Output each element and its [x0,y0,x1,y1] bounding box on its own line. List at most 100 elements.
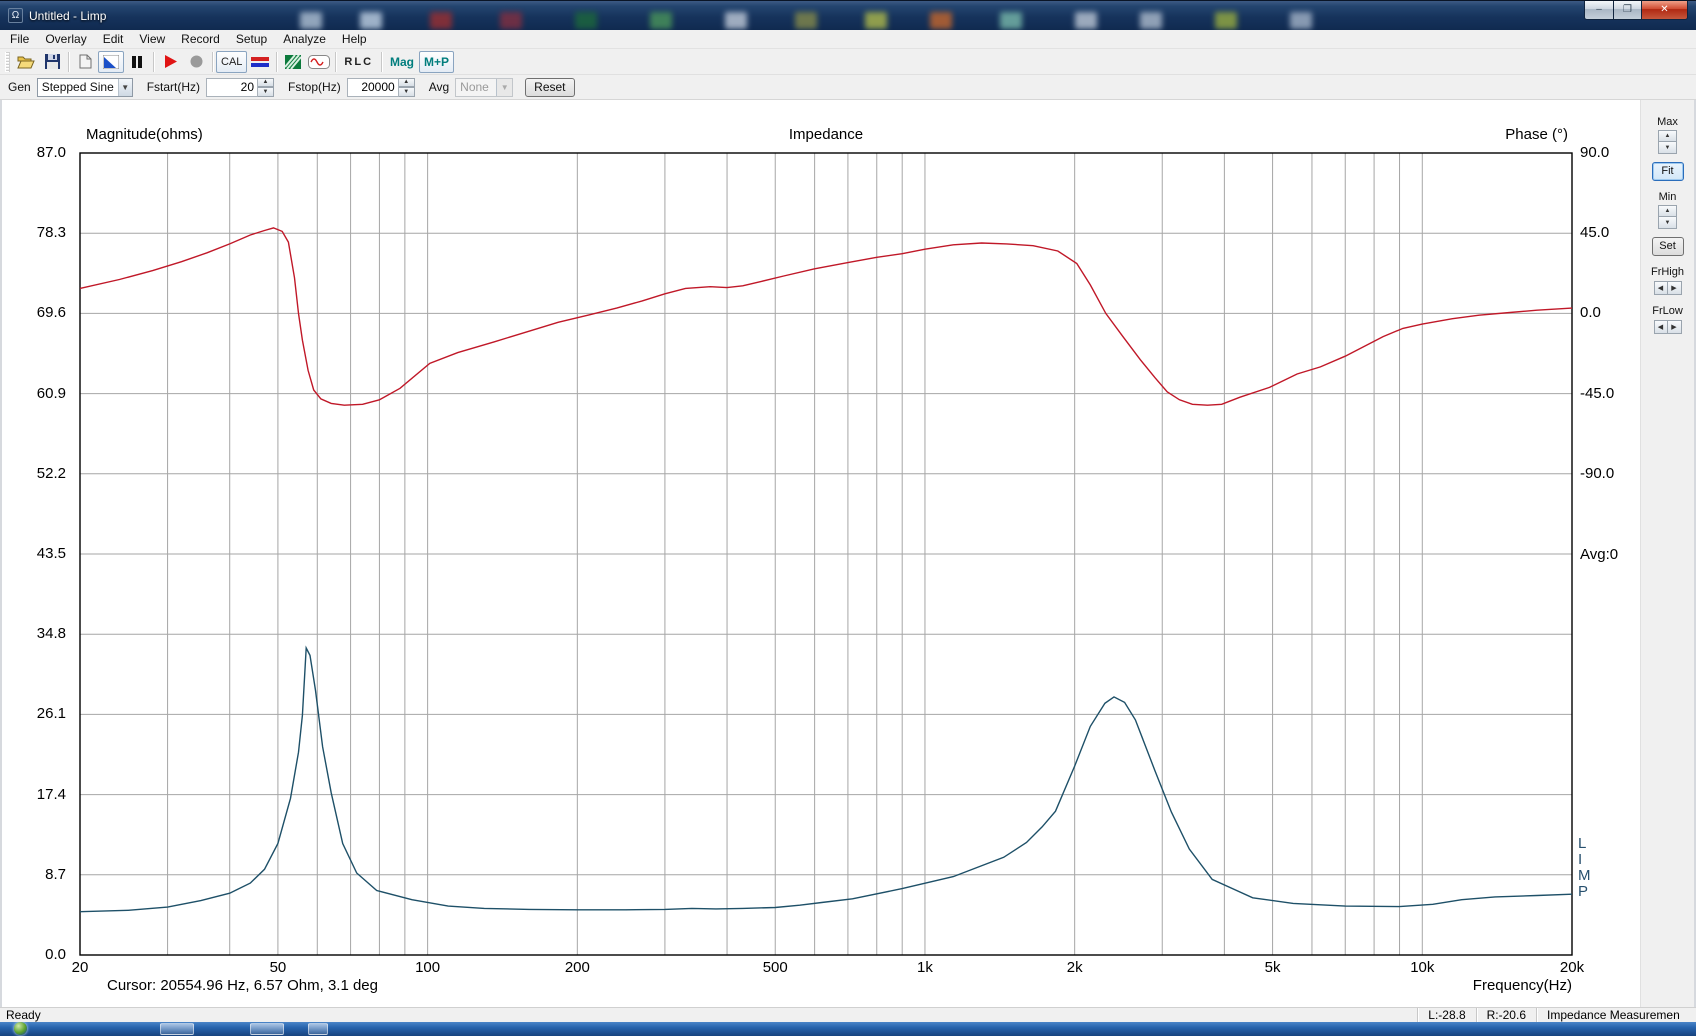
start-measurement-button[interactable] [157,51,183,73]
close-button[interactable]: ✕ [1642,1,1688,20]
windows-taskbar[interactable] [0,1022,1696,1036]
chart-area[interactable]: Magnitude(ohms) Impedance Phase (°) Avg:… [0,100,1696,1007]
left-axis-tick: 87.0 [36,144,66,161]
right-axis-tick: -45.0 [1580,384,1615,402]
fstop-spinner[interactable]: ▲ ▼ [398,77,415,97]
x-axis-title: Frequency(Hz) [1472,977,1572,994]
frhigh-stepper[interactable]: ◀ ▶ [1641,281,1694,295]
right-channel-level: R:-20.6 [1475,1008,1536,1022]
sine-wave-icon [308,54,331,69]
left-axis-tick: 26.1 [36,705,66,723]
app-icon: Ω [8,8,23,23]
magnitude-phase-view-button[interactable]: M+P [419,50,455,73]
fit-button[interactable]: Fit [1651,162,1684,181]
avg-annotation: Avg:0 [1580,546,1619,563]
start-orb-icon[interactable] [14,1022,27,1035]
spin-down-icon[interactable]: ▼ [398,87,415,97]
plot-canvas[interactable] [2,100,1694,1007]
left-channel-level: L:-28.8 [1417,1008,1475,1022]
save-button[interactable] [39,51,65,73]
left-axis-tick: 17.4 [36,785,66,803]
reset-button[interactable]: Reset [525,77,575,97]
menu-view[interactable]: View [131,30,173,48]
spin-up-icon[interactable]: ▲ [1658,130,1677,142]
x-axis-tick: 200 [564,959,590,976]
toolbar-separator [212,51,213,72]
minimize-button[interactable]: – [1584,1,1614,20]
toolbar-separator [153,51,154,72]
min-spinner[interactable]: ▲ ▼ [1658,205,1677,229]
taskbar-button[interactable] [308,1023,328,1035]
copy-graph-button[interactable] [72,51,98,73]
averaging-select: None ▼ [455,77,514,97]
glass-reflection [1075,12,1097,29]
spectrum-view-button[interactable] [280,51,306,73]
calibrate-button[interactable]: CAL [216,50,248,73]
spin-up-icon[interactable]: ▲ [258,77,275,87]
arrow-left-icon[interactable]: ◀ [1653,281,1668,295]
right-axis-tick: -90.0 [1580,464,1615,482]
record-circle-icon [190,55,202,68]
menu-record[interactable]: Record [173,30,228,48]
arrow-left-icon[interactable]: ◀ [1653,320,1668,334]
phase-curve [79,227,1573,406]
right-axis-title: Phase (°) [1505,126,1568,143]
signal-triangle-icon [103,54,119,69]
toolbar-separator [335,51,337,72]
spin-up-icon[interactable]: ▲ [1658,205,1677,217]
fstart-label: Fstart(Hz) [146,80,201,94]
arrow-right-icon[interactable]: ▶ [1667,320,1682,334]
glass-reflection [865,12,887,29]
toolbar-grip[interactable] [5,51,10,72]
left-axis-tick: 34.8 [36,625,66,643]
frlow-stepper[interactable]: ◀ ▶ [1641,320,1694,334]
pause-button[interactable] [124,51,150,73]
fstop-label: Fstop(Hz) [288,80,341,94]
menu-help[interactable]: Help [334,30,375,48]
menu-file[interactable]: File [2,30,37,48]
x-axis-tick: 1k [917,959,933,976]
spin-down-icon[interactable]: ▼ [1658,142,1677,154]
set-button[interactable]: Set [1651,237,1684,256]
generator-type-select[interactable]: Stepped Sine ▼ [36,77,133,97]
restore-button[interactable]: ❐ [1614,1,1642,20]
glass-reflection [300,12,322,29]
toolbar-separator [381,51,383,72]
menu-setup[interactable]: Setup [228,30,275,48]
right-axis-tick: 90.0 [1580,144,1610,161]
generator-setup-button[interactable] [98,50,124,73]
x-axis-tick: 5k [1264,959,1281,976]
cursor-readout: Cursor: 20554.96 Hz, 6.57 Ohm, 3.1 deg [107,977,378,994]
taskbar-button[interactable] [160,1023,194,1035]
fstop-input[interactable] [346,77,399,97]
rlc-mode-button[interactable]: RLC [339,51,378,73]
glass-reflection [725,12,747,29]
taskbar-button[interactable] [250,1023,284,1035]
fstart-spinner[interactable]: ▲ ▼ [258,77,275,97]
avg-label: Avg [428,80,450,94]
sine-generator-button[interactable] [306,51,332,73]
glass-reflection [500,12,522,29]
impedance-plot[interactable] [2,100,1694,1012]
spin-down-icon[interactable]: ▼ [258,87,275,97]
record-button[interactable] [183,51,209,73]
menu-edit[interactable]: Edit [95,30,132,48]
max-label: Max [1657,116,1678,128]
max-spinner[interactable]: ▲ ▼ [1658,130,1677,154]
chart-title: Impedance [788,126,864,143]
menu-analyze[interactable]: Analyze [275,30,334,48]
channel-levels-button[interactable] [247,51,273,73]
open-file-button[interactable] [13,51,39,73]
magnitude-view-button[interactable]: Mag [385,51,419,73]
document-icon [79,54,91,69]
spin-down-icon[interactable]: ▼ [1658,217,1677,229]
arrow-right-icon[interactable]: ▶ [1667,281,1682,295]
right-axis-tick: 45.0 [1580,224,1610,242]
glass-reflection [575,12,597,29]
toolbar: CAL RLC Mag M+P [0,49,1696,75]
spin-up-icon[interactable]: ▲ [398,77,415,87]
glass-reflection [430,12,452,29]
menu-overlay[interactable]: Overlay [37,30,94,48]
fstart-input[interactable] [206,77,259,97]
title-bar[interactable]: Ω Untitled - Limp – ❐ ✕ [0,0,1696,30]
